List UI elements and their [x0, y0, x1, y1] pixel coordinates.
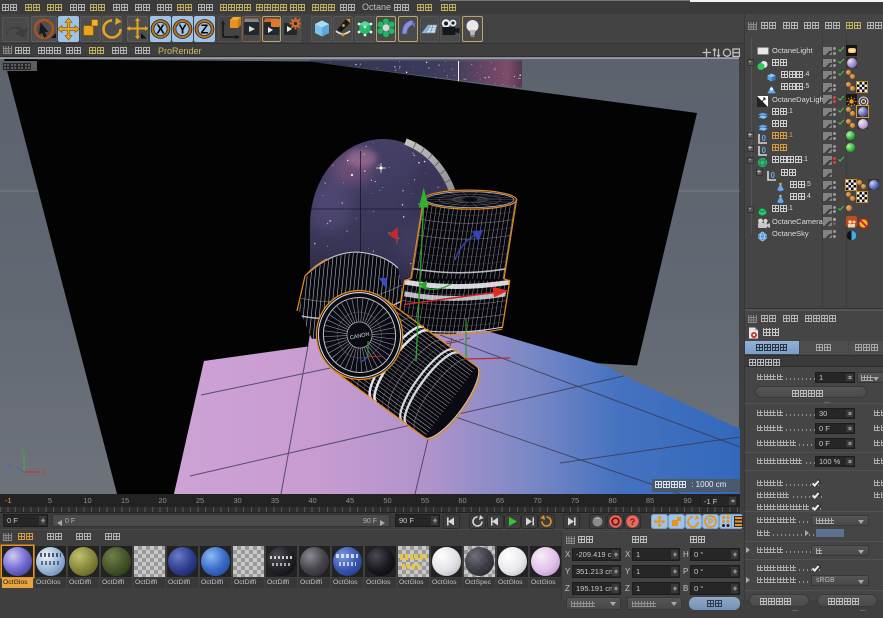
svg-text:?: ? — [630, 517, 636, 527]
svg-text:P: P — [708, 517, 714, 526]
svg-text:Y: Y — [20, 448, 25, 455]
svg-text:0: 0 — [762, 134, 767, 143]
svg-text:0: 0 — [771, 171, 776, 180]
svg-text:Z: Z — [201, 23, 209, 37]
svg-text:Y: Y — [178, 23, 187, 37]
svg-text:X: X — [42, 470, 47, 477]
svg-text:X: X — [156, 23, 165, 37]
svg-text:Z: Z — [8, 464, 12, 471]
svg-text:0: 0 — [762, 146, 767, 155]
